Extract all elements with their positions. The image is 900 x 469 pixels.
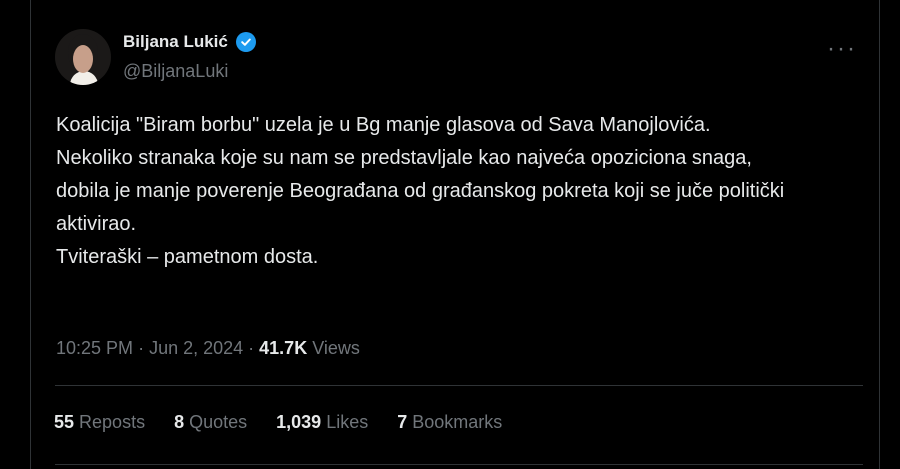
likes-label: Likes: [326, 412, 369, 432]
verified-badge-icon: [235, 32, 256, 52]
meta-separator: ·: [248, 338, 260, 358]
tweet-meta: 10:25 PM · Jun 2, 2024 · 41.7K Views: [56, 338, 360, 359]
author-name[interactable]: Biljana Lukić: [123, 32, 228, 52]
author-name-row: Biljana Lukić: [123, 32, 256, 52]
more-options-icon[interactable]: ···: [827, 35, 857, 63]
engagement-stats: 55 Reposts 8 Quotes 1,039 Likes 7 Bookmarks: [54, 412, 502, 433]
bookmarks-stat[interactable]: 7 Bookmarks: [397, 412, 502, 433]
tweet-date[interactable]: Jun 2, 2024: [149, 338, 243, 358]
likes-count: 1,039: [276, 412, 322, 432]
author-handle[interactable]: @BiljanaLuki: [123, 61, 228, 82]
likes-stat[interactable]: 1,039 Likes: [276, 412, 368, 433]
views-count: 41.7K: [259, 338, 308, 358]
views-label: Views: [312, 338, 360, 358]
author-avatar[interactable]: [55, 29, 111, 85]
quotes-label: Quotes: [189, 412, 248, 432]
avatar-shirt: [70, 71, 98, 85]
quotes-stat[interactable]: 8 Quotes: [174, 412, 247, 433]
stats-bottom-divider: [55, 464, 863, 465]
reposts-label: Reposts: [79, 412, 146, 432]
bookmarks-count: 7: [397, 412, 408, 432]
quotes-count: 8: [174, 412, 185, 432]
meta-separator: ·: [138, 338, 150, 358]
check-icon: [241, 38, 251, 46]
reposts-count: 55: [54, 412, 75, 432]
tweet-card: Biljana Lukić @BiljanaLuki ··· Koalicija…: [30, 0, 880, 469]
reposts-stat[interactable]: 55 Reposts: [54, 412, 145, 433]
bookmarks-label: Bookmarks: [412, 412, 503, 432]
tweet-text: Koalicija "Biram borbu" uzela je u Bg ma…: [56, 114, 785, 268]
stats-top-divider: [55, 385, 863, 386]
tweet-time[interactable]: 10:25 PM: [56, 338, 133, 358]
